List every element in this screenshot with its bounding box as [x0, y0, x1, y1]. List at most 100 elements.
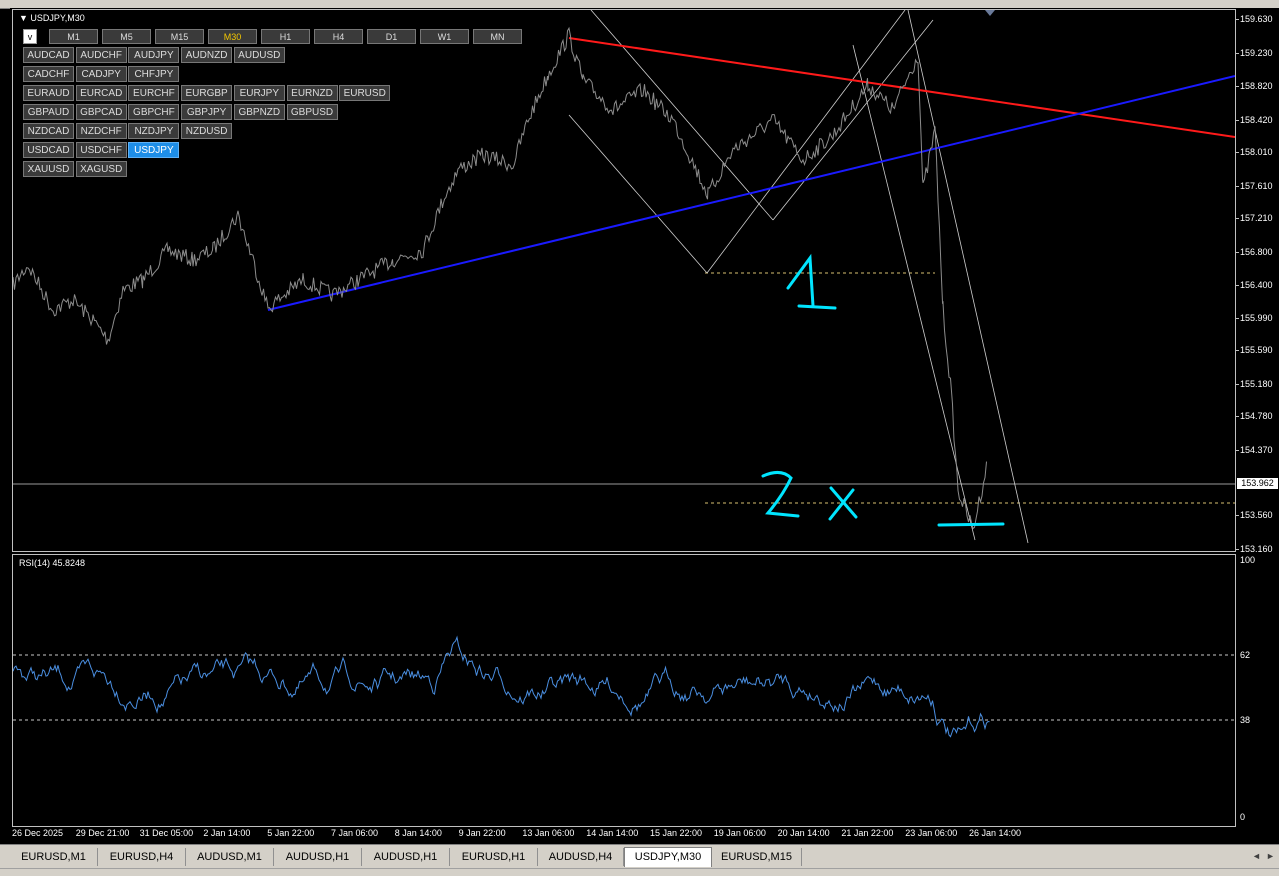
symbol-audnzd-button[interactable]: AUDNZD: [181, 47, 233, 63]
symbol-cadchf-button[interactable]: CADCHF: [23, 66, 74, 82]
symbol-eurcad-button[interactable]: EURCAD: [75, 85, 127, 101]
price-label: 158.010: [1240, 147, 1273, 157]
symbol-nzdjpy-button[interactable]: NZDJPY: [128, 123, 180, 139]
tabs-left-arrow[interactable]: ◄: [1252, 851, 1261, 861]
symbol-chfjpy-button[interactable]: CHFJPY: [128, 66, 180, 82]
time-label: 19 Jan 06:00: [713, 828, 766, 838]
terminal-window: 1 ▼ USDJPY,M30 v M1 M5 M15 M30 H1 H4 D1 W1 MN AUD…: [0, 0, 1279, 876]
rsi-level-label: 62: [1240, 650, 1251, 660]
price-label: 153.560: [1240, 510, 1273, 520]
price-label: 154.780: [1240, 411, 1273, 421]
price-label: 156.800: [1240, 247, 1273, 257]
price-label: 157.210: [1240, 213, 1273, 223]
symbol-nzdcad-button[interactable]: NZDCAD: [23, 123, 74, 139]
time-label: 20 Jan 14:00: [777, 828, 830, 838]
symbol-gbpnzd-button[interactable]: GBPNZD: [233, 104, 285, 120]
time-label: 7 Jan 06:00: [331, 828, 379, 838]
rsi-pane[interactable]: RSI(14) 45.8248: [12, 554, 1236, 827]
chart-tab[interactable]: AUDUSD,H1: [362, 848, 450, 866]
symbol-eurnzd-button[interactable]: EURNZD: [286, 85, 338, 101]
price-tick: [1236, 350, 1239, 351]
symbol-gbpchf-button[interactable]: GBPCHF: [128, 104, 180, 120]
time-label: 9 Jan 22:00: [458, 828, 506, 838]
symbol-audchf-button[interactable]: AUDCHF: [75, 47, 127, 63]
symbol-nzdchf-button[interactable]: NZDCHF: [75, 123, 127, 139]
symbol-xagusd-button[interactable]: XAGUSD: [75, 161, 127, 177]
price-label: 158.820: [1240, 81, 1273, 91]
channel-lines: [568, 10, 1029, 544]
symbol-gbpcad-button[interactable]: GBPCAD: [75, 104, 127, 120]
chart-tab[interactable]: EURUSD,M15: [712, 848, 802, 866]
chart-tab[interactable]: EURUSD,H4: [98, 848, 186, 866]
symbol-gbpjpy-button[interactable]: GBPJPY: [181, 104, 233, 120]
time-label: 13 Jan 06:00: [522, 828, 575, 838]
price-tick: [1236, 549, 1239, 550]
timeframe-m15-button[interactable]: M15: [155, 29, 204, 44]
blue-trendline: [267, 75, 1235, 311]
rsi-level-label: 100: [1240, 555, 1256, 565]
time-label: 29 Dec 21:00: [75, 828, 130, 838]
symbol-eurchf-button[interactable]: EURCHF: [128, 85, 180, 101]
chart-tab[interactable]: AUDUSD,H1: [274, 848, 362, 866]
time-label: 5 Jan 22:00: [267, 828, 315, 838]
time-label: 2 Jan 14:00: [203, 828, 251, 838]
symbol-eurgbp-button[interactable]: EURGBP: [181, 85, 233, 101]
chart-tab[interactable]: AUDUSD,H4: [538, 848, 624, 866]
chart-tab[interactable]: EURUSD,H1: [450, 848, 538, 866]
symbol-audusd-button[interactable]: AUDUSD: [233, 47, 285, 63]
price-label: 158.420: [1240, 115, 1273, 125]
chart-tab[interactable]: EURUSD,M1: [10, 848, 98, 866]
timeframe-m1-button[interactable]: M1: [49, 29, 98, 44]
timeframe-m30-button[interactable]: M30: [208, 29, 257, 44]
symbol-usdjpy-button[interactable]: USDJPY: [128, 142, 180, 158]
timeframe-h4-button[interactable]: H4: [314, 29, 363, 44]
timeframe-h1-button[interactable]: H1: [261, 29, 310, 44]
time-label: 26 Dec 2025: [12, 828, 64, 838]
price-scale[interactable]: 159.630 159.230 158.820 158.420 158.010 157.6…: [1236, 9, 1279, 554]
symbol-gbpusd-button[interactable]: GBPUSD: [286, 104, 338, 120]
rsi-level-label: 0: [1240, 812, 1246, 822]
price-label: 155.180: [1240, 379, 1273, 389]
timeframe-m5-button[interactable]: M5: [102, 29, 151, 44]
chart-tab[interactable]: AUDUSD,M1: [186, 848, 274, 866]
price-pane[interactable]: 1 ▼ USDJPY,M30 v M1 M5 M15 M30 H1 H4 D1 W1 MN AUD…: [12, 9, 1236, 552]
symbol-usdcad-button[interactable]: USDCAD: [23, 142, 74, 158]
rsi-series: [13, 635, 990, 738]
price-label: 156.400: [1240, 280, 1273, 290]
time-label: 23 Jan 06:00: [905, 828, 958, 838]
price-tick: [1236, 86, 1239, 87]
time-label: 14 Jan 14:00: [586, 828, 639, 838]
symbol-euraud-button[interactable]: EURAUD: [23, 85, 74, 101]
symbol-audcad-button[interactable]: AUDCAD: [23, 47, 74, 63]
annotation-1: 1: [13, 10, 14, 11]
rsi-chart: [13, 635, 1235, 738]
symbol-title: ▼ USDJPY,M30: [19, 13, 85, 23]
collapse-panel-button[interactable]: v: [23, 29, 37, 44]
time-label: 26 Jan 14:00: [969, 828, 1022, 838]
time-axis[interactable]: 26 Dec 2025 29 Dec 21:00 31 Dec 05:00 2 Jan…: [12, 826, 1234, 844]
timeframe-mn-button[interactable]: MN: [473, 29, 522, 44]
symbol-nzdusd-button[interactable]: NZDUSD: [181, 123, 233, 139]
price-label: 159.630: [1240, 14, 1273, 24]
timeframe-d1-button[interactable]: D1: [367, 29, 416, 44]
symbol-xauusd-button[interactable]: XAUUSD: [23, 161, 74, 177]
price-tick: [1236, 384, 1239, 385]
symbol-gbpaud-button[interactable]: GBPAUD: [23, 104, 74, 120]
symbol-eurjpy-button[interactable]: EURJPY: [233, 85, 285, 101]
current-price-label: 153.962: [1237, 478, 1278, 489]
symbol-cadjpy-button[interactable]: CADJPY: [75, 66, 127, 82]
time-label: 31 Dec 05:00: [139, 828, 194, 838]
price-tick: [1236, 218, 1239, 219]
symbol-eurusd-button[interactable]: EURUSD: [339, 85, 391, 101]
chart-shift-marker[interactable]: [985, 10, 995, 16]
tabs-right-arrow[interactable]: ►: [1266, 851, 1275, 861]
symbol-usdchf-button[interactable]: USDCHF: [75, 142, 127, 158]
price-tick: [1236, 515, 1239, 516]
price-tick: [1236, 252, 1239, 253]
price-tick: [1236, 120, 1239, 121]
price-tick: [1236, 318, 1239, 319]
symbol-audjpy-button[interactable]: AUDJPY: [128, 47, 180, 63]
chart-tab[interactable]: USDJPY,M30: [624, 847, 712, 867]
timeframe-w1-button[interactable]: W1: [420, 29, 469, 44]
price-tick: [1236, 186, 1239, 187]
